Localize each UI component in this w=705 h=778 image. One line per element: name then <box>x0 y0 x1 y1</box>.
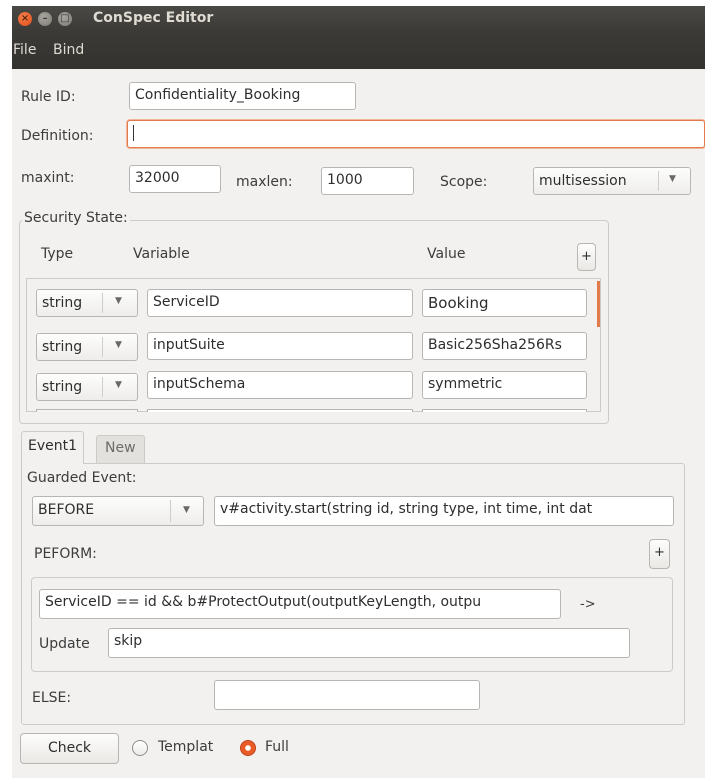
chevron-down-icon: ▼ <box>115 380 122 390</box>
table-row-variable-input[interactable]: inputSuite <box>147 332 413 360</box>
table-row-type-select[interactable]: string ▼ <box>36 333 138 361</box>
radio-template[interactable] <box>132 740 148 756</box>
table-row-variable-input[interactable]: inputSchema <box>147 371 413 399</box>
event-modifier-select[interactable]: BEFORE ▼ <box>32 496 204 526</box>
maxlen-label: maxlen: <box>236 174 293 190</box>
maximize-window-button[interactable]: □ <box>58 12 72 26</box>
table-row-value-input[interactable]: Basic256Sha256Rs <box>422 332 587 360</box>
value-value: Basic256Sha256Rs <box>428 337 562 353</box>
column-header-value: Value <box>427 246 466 262</box>
update-value: skip <box>114 633 143 649</box>
radio-template-label: Templat <box>158 739 214 755</box>
maxint-label: maxint: <box>21 170 75 186</box>
scrollbar-thumb[interactable] <box>597 281 600 327</box>
guard-condition-value: ServiceID == id && b#ProtectOutput(outpu… <box>45 594 482 610</box>
text-caret <box>133 125 134 141</box>
tab-event1[interactable]: Event1 <box>21 431 85 464</box>
rule-id-input[interactable]: Confidentiality_Booking <box>129 82 356 110</box>
variable-value: ServiceID <box>153 294 220 310</box>
variable-value: inputSchema <box>153 376 246 392</box>
column-header-variable: Variable <box>133 246 190 262</box>
maxint-value: 32000 <box>135 170 180 186</box>
chevron-down-icon: ▼ <box>115 296 122 306</box>
type-value: string <box>42 379 83 395</box>
else-label: ELSE: <box>32 690 72 706</box>
combo-separator <box>102 337 103 357</box>
event-modifier-value: BEFORE <box>38 502 95 518</box>
variable-value: inputSuite <box>153 337 225 353</box>
chevron-down-icon: ▼ <box>183 505 190 515</box>
scope-select[interactable]: multisession ▼ <box>533 167 691 195</box>
menu-bind[interactable]: Bind <box>53 42 84 58</box>
tab-new[interactable]: New <box>96 435 145 463</box>
maxlen-value: 1000 <box>327 172 363 188</box>
add-perform-button[interactable]: + <box>649 539 670 569</box>
table-row-partial <box>36 409 588 412</box>
perform-label: PEFORM: <box>34 546 97 562</box>
table-row-variable-input[interactable]: ServiceID <box>147 289 413 317</box>
guard-condition-input[interactable]: ServiceID == id && b#ProtectOutput(outpu… <box>39 589 561 619</box>
chevron-down-icon: ▼ <box>669 174 676 184</box>
title-bar: × – □ ConSpec Editor <box>12 6 705 32</box>
maxlen-input[interactable]: 1000 <box>321 167 414 195</box>
security-state-title: Security State: <box>22 210 130 226</box>
definition-label: Definition: <box>21 128 94 144</box>
window-title: ConSpec Editor <box>93 10 214 26</box>
combo-separator <box>102 377 103 397</box>
add-variable-button[interactable]: + <box>577 243 596 271</box>
combo-separator <box>102 293 103 313</box>
menu-bar: File Bind <box>12 32 705 69</box>
arrow-label: -> <box>580 597 596 612</box>
type-value: string <box>42 295 83 311</box>
table-row-type-select[interactable]: string ▼ <box>36 373 138 401</box>
maxint-input[interactable]: 32000 <box>129 165 221 193</box>
combo-separator <box>170 500 171 522</box>
scope-label: Scope: <box>440 174 488 190</box>
table-row-value-input[interactable]: Booking <box>422 289 587 317</box>
type-value: string <box>42 339 83 355</box>
value-value: symmetric <box>428 376 503 392</box>
combo-separator <box>658 171 659 191</box>
close-window-button[interactable]: × <box>18 12 32 26</box>
scope-value: multisession <box>539 173 627 189</box>
definition-input[interactable] <box>127 120 705 148</box>
value-value: Booking <box>428 294 489 312</box>
rule-id-value: Confidentiality_Booking <box>135 87 301 103</box>
column-header-type: Type <box>41 246 74 262</box>
rule-id-label: Rule ID: <box>21 89 76 105</box>
update-input[interactable]: skip <box>108 628 630 658</box>
table-row-value-input[interactable]: symmetric <box>422 371 587 399</box>
menu-file[interactable]: File <box>13 42 36 58</box>
radio-full[interactable] <box>240 740 256 756</box>
else-input[interactable] <box>214 680 480 710</box>
update-label: Update <box>39 636 90 652</box>
event-signature-input[interactable]: v#activity.start(string id, string type,… <box>214 496 674 526</box>
radio-full-label: Full <box>265 739 289 755</box>
chevron-down-icon: ▼ <box>115 340 122 350</box>
table-row-type-select[interactable]: string ▼ <box>36 289 138 317</box>
check-button[interactable]: Check <box>20 733 119 764</box>
guarded-event-title: Guarded Event: <box>27 470 137 486</box>
minimize-window-button[interactable]: – <box>38 12 52 26</box>
event-signature-value: v#activity.start(string id, string type,… <box>220 501 593 517</box>
